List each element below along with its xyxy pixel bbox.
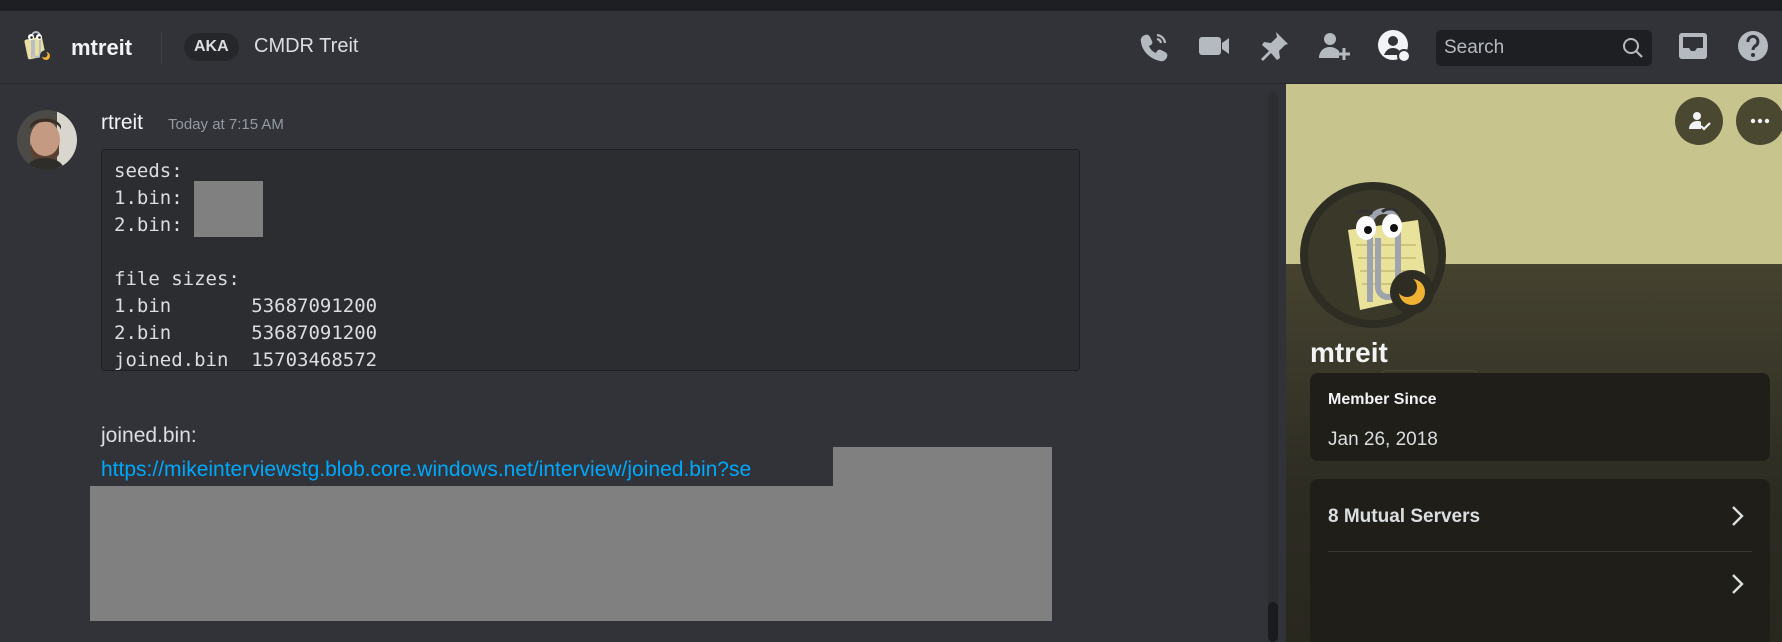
user-profile-panel: mtreit mtreit Member Since Jan 26, 2018 … <box>1286 84 1782 642</box>
code-line: seeds: <box>114 160 183 182</box>
message-text: joined.bin: <box>101 424 197 447</box>
message-timestamp: Today at 7:15 AM <box>168 116 284 133</box>
card-divider <box>1328 551 1752 552</box>
chevron-right-icon[interactable] <box>1724 503 1750 529</box>
chat-scrollbar-track[interactable] <box>1268 92 1278 642</box>
search-input[interactable] <box>1436 30 1632 66</box>
search-icon[interactable] <box>1622 37 1644 59</box>
code-line: 2.bin 53687091200 <box>114 322 378 344</box>
friend-status-button[interactable] <box>1675 97 1723 145</box>
mutual-servers-label[interactable]: 8 Mutual Servers <box>1328 506 1480 528</box>
redacted-link-tail <box>833 447 1052 487</box>
pinned-messages-icon[interactable] <box>1256 28 1292 64</box>
start-voice-call-icon[interactable] <box>1136 28 1172 64</box>
message-author-avatar[interactable] <box>17 110 77 170</box>
member-since-card: Member Since Jan 26, 2018 <box>1310 373 1770 461</box>
more-options-button[interactable] <box>1736 97 1782 145</box>
redacted-seed-values <box>194 181 263 237</box>
redacted-block <box>90 486 1052 621</box>
aka-name: CMDR Treit <box>254 35 359 57</box>
dm-header: mtreit AKA CMDR Treit <box>0 11 1782 84</box>
idle-moon-icon <box>1397 277 1425 305</box>
aka-badge: AKA <box>184 33 239 61</box>
member-since-value: Jan 26, 2018 <box>1328 429 1438 450</box>
user-profile-icon[interactable] <box>1376 28 1412 64</box>
start-video-call-icon[interactable] <box>1196 28 1232 64</box>
code-line: file sizes: <box>114 268 240 290</box>
dm-avatar[interactable] <box>18 28 54 64</box>
message-link[interactable]: https://mikeinterviewstg.blob.core.windo… <box>101 458 751 482</box>
code-line: joined.bin 15703468572 <box>114 349 378 371</box>
search-bar[interactable] <box>1436 30 1652 66</box>
chat-scrollbar-thumb[interactable] <box>1268 602 1278 642</box>
code-block: seeds: 1.bin: 2.bin: file sizes: 1.bin 5… <box>101 149 1080 371</box>
mutual-card: 8 Mutual Servers <box>1310 479 1770 642</box>
header-divider <box>161 31 162 65</box>
window-titlebar <box>0 0 1782 11</box>
code-line: 1.bin: <box>114 187 183 209</box>
code-line: 1.bin 53687091200 <box>114 295 378 317</box>
more-dots-icon <box>1750 118 1770 124</box>
code-line: 2.bin: <box>114 214 183 236</box>
dm-name: mtreit <box>71 35 133 60</box>
friend-check-icon <box>1689 112 1711 131</box>
help-icon[interactable] <box>1735 28 1771 64</box>
add-friends-to-dm-icon[interactable] <box>1316 28 1352 64</box>
profile-display-name: mtreit <box>1310 337 1388 368</box>
chevron-right-icon[interactable] <box>1724 571 1750 597</box>
member-since-label: Member Since <box>1328 391 1437 408</box>
status-indicator <box>1390 270 1434 314</box>
message-author[interactable]: rtreit <box>101 111 143 135</box>
inbox-icon[interactable] <box>1675 28 1711 64</box>
chat-area: rtreit Today at 7:15 AM seeds: 1.bin: 2.… <box>0 84 1286 642</box>
